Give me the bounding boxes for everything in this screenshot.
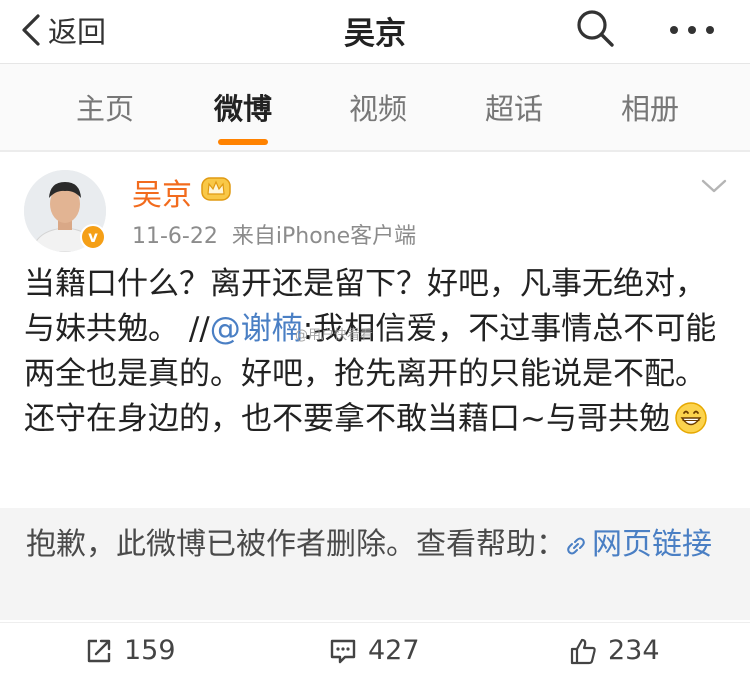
web-link-label: 网页链接 [592, 527, 712, 562]
active-tab-indicator [218, 139, 268, 145]
tab-video[interactable]: 视频 [323, 86, 433, 128]
grinning-face-emoji [675, 402, 707, 434]
thumbs-up-icon [570, 638, 596, 664]
tab-album[interactable]: 相册 [595, 86, 705, 128]
comment-button[interactable]: 427 [328, 635, 420, 666]
chevron-down-icon[interactable] [700, 176, 728, 196]
like-button[interactable]: 234 [568, 635, 660, 666]
action-bar: 159 427 234 [0, 622, 750, 675]
post-text: 当籍口什么？离开还是留下？好吧，凡事无绝对，与妹共勉。 //@谢楠:我相信爱，不… [24, 262, 724, 442]
crown-member-icon [201, 177, 231, 201]
top-nav-bar: 返回 吴京 [0, 0, 750, 64]
mention-link[interactable]: @谢楠 [210, 311, 303, 347]
profile-tabs: 主页 微博 视频 超话 相册 [0, 64, 750, 150]
author-name[interactable]: 吴京 [132, 170, 192, 214]
deleted-notice-text: 抱歉，此微博已被作者删除。查看帮助： [26, 527, 566, 562]
tab-super-topic[interactable]: 超话 [459, 86, 569, 128]
more-dots-icon[interactable] [662, 8, 722, 48]
post-source: 来自iPhone客户端 [231, 224, 417, 249]
repost-count: 159 [124, 635, 176, 666]
like-count: 234 [608, 635, 660, 666]
chevron-left-icon [22, 14, 40, 46]
post-date: 11-6-22 [132, 224, 218, 249]
search-icon[interactable] [572, 6, 618, 52]
back-button[interactable]: 返回 [18, 10, 106, 50]
verified-badge: v [80, 224, 106, 250]
repost-icon [87, 639, 111, 662]
comment-icon [330, 639, 356, 663]
deleted-notice: 抱歉，此微博已被作者删除。查看帮助： 网页链接 [0, 508, 750, 620]
back-label: 返回 [48, 15, 107, 49]
web-link[interactable]: 网页链接 [566, 527, 712, 562]
tab-weibo[interactable]: 微博 [188, 86, 298, 128]
page-title: 吴京 [344, 16, 406, 52]
link-icon [567, 537, 585, 555]
post-meta: 11-6-22 来自iPhone客户端 [132, 218, 416, 250]
repost-button[interactable]: 159 [84, 635, 176, 666]
comment-count: 427 [368, 635, 420, 666]
tab-home[interactable]: 主页 [50, 86, 160, 128]
